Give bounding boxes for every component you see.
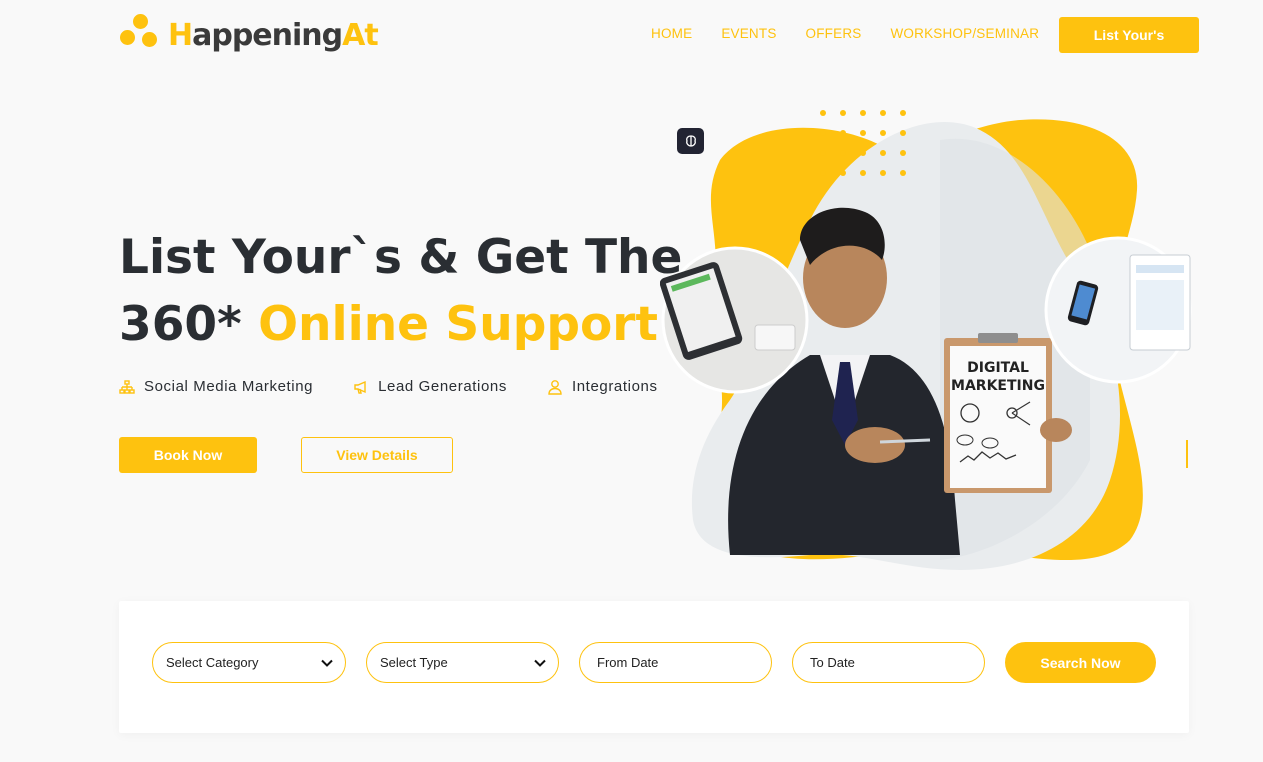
hero-title-line1: List Your`s & Get The <box>119 230 683 285</box>
chevron-down-icon <box>319 655 335 671</box>
hero-title-line2: 360* Online Support <box>119 291 682 358</box>
feature-integrations: Integrations <box>547 378 658 395</box>
site-header: HappeningAt HOME EVENTS OFFERS WORKSHOP/… <box>0 0 1263 75</box>
type-select[interactable]: Select Type <box>366 642 559 683</box>
book-now-button[interactable]: Book Now <box>119 437 257 473</box>
hero-blob-art: DIGITAL MARKETING <box>659 119 1192 571</box>
chevron-down-icon <box>532 655 548 671</box>
feature-label: Social Media Marketing <box>144 378 314 395</box>
brain-icon[interactable] <box>677 128 704 154</box>
nav-events[interactable]: EVENTS <box>721 26 776 41</box>
decorative-dots <box>820 110 906 176</box>
feature-label: Integrations <box>571 378 658 395</box>
brand-name-suffix: At <box>342 17 379 53</box>
to-date-input[interactable] <box>810 655 984 670</box>
list-yours-button[interactable]: List Your's <box>1059 17 1199 53</box>
view-details-button[interactable]: View Details <box>301 437 453 473</box>
nav-workshop-seminar[interactable]: WORKSHOP/SEMINAR <box>890 26 1039 41</box>
clipboard-text-2: MARKETING <box>951 378 1045 394</box>
logo-mark-icon <box>118 12 164 58</box>
brand-logo[interactable]: HappeningAt <box>118 12 379 58</box>
hero-illustration: DIGITAL MARKETING <box>659 100 1200 580</box>
sitemap-icon <box>119 379 135 395</box>
event-search-panel: Select Category Select Type Search Now <box>119 601 1189 733</box>
from-date-field[interactable] <box>579 642 772 683</box>
brand-name-initial: H <box>168 17 193 53</box>
search-now-button[interactable]: Search Now <box>1005 642 1156 683</box>
user-icon <box>547 379 563 395</box>
type-select-label: Select Type <box>380 655 448 670</box>
category-select[interactable]: Select Category <box>152 642 346 683</box>
hero-title-highlight: Online Support <box>258 297 658 352</box>
from-date-input[interactable] <box>597 655 771 670</box>
clipboard-text-1: DIGITAL <box>967 360 1029 376</box>
megaphone-icon <box>353 379 369 395</box>
feature-social-media: Social Media Marketing <box>119 378 313 395</box>
nav-offers[interactable]: OFFERS <box>806 26 862 41</box>
feature-list: Social Media Marketing Lead Generations … <box>119 378 698 395</box>
hero-title-plain: 360* <box>119 297 259 352</box>
to-date-field[interactable] <box>792 642 985 683</box>
hero-title: List Your`s & Get The 360* Online Suppor… <box>119 224 682 358</box>
brand-name-middle: appening <box>192 17 343 53</box>
category-select-label: Select Category <box>166 655 259 670</box>
nav-home[interactable]: HOME <box>651 26 692 41</box>
feature-label: Lead Generations <box>378 378 507 395</box>
feature-lead-generation: Lead Generations <box>353 378 507 395</box>
main-nav: HOME EVENTS OFFERS WORKSHOP/SEMINAR <box>651 26 1068 41</box>
brand-name: HappeningAt <box>168 17 379 53</box>
